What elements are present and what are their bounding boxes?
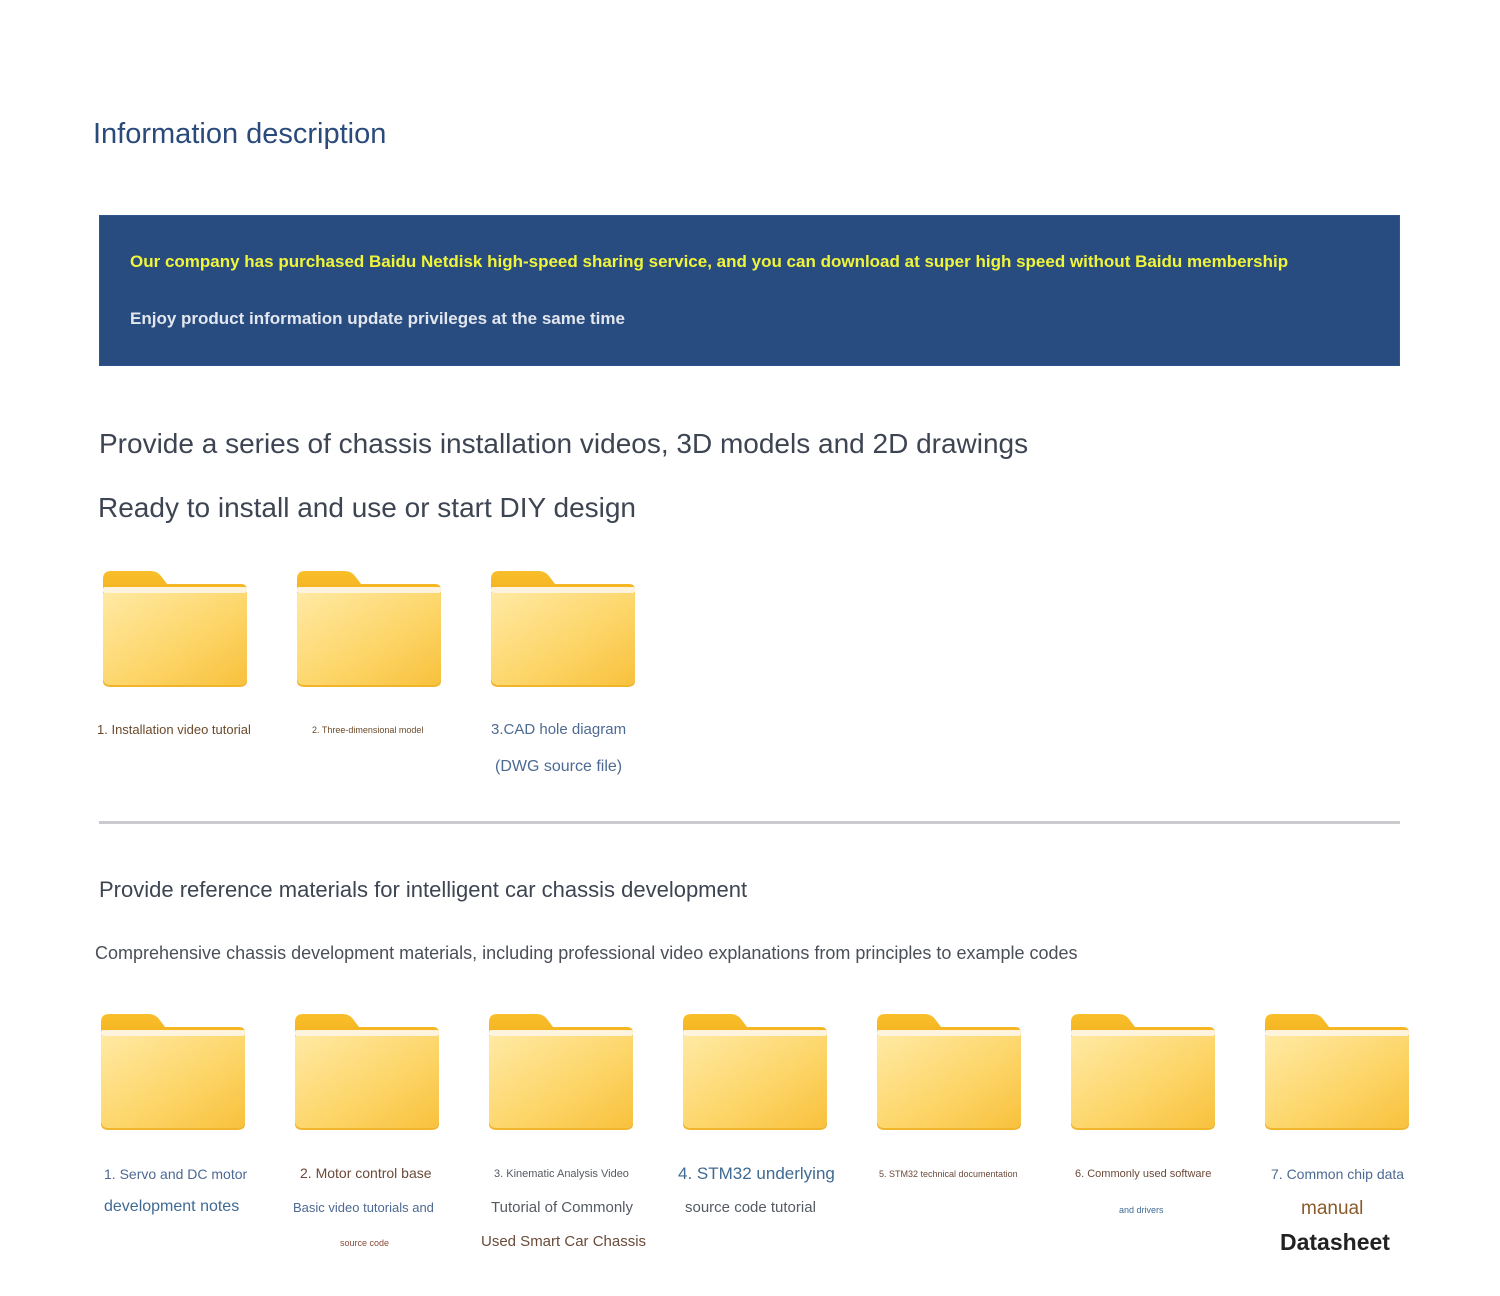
page-title: Information description <box>93 118 387 150</box>
folder-label[interactable]: and drivers <box>1119 1205 1164 1215</box>
folder-icon <box>1069 1012 1217 1130</box>
folder-icon <box>293 1012 441 1130</box>
folder-label[interactable]: 1. Installation video tutorial <box>97 722 251 737</box>
folder-label[interactable]: source code tutorial <box>685 1199 816 1216</box>
folder-label[interactable]: Tutorial of Commonly <box>491 1199 633 1216</box>
folder-label[interactable]: 7. Common chip data <box>1271 1166 1404 1182</box>
section2-subheading: Comprehensive chassis development materi… <box>95 943 1078 963</box>
folder-label[interactable]: manual <box>1301 1198 1363 1220</box>
folder-label[interactable]: 1. Servo and DC motor <box>104 1166 247 1182</box>
folder-label[interactable]: 6. Commonly used software <box>1075 1168 1211 1180</box>
folder-label[interactable]: 2. Three-dimensional model <box>312 725 423 735</box>
folder-software-drivers[interactable] <box>1069 1012 1217 1135</box>
folder-icon <box>99 1012 247 1130</box>
folder-kinematic-analysis[interactable] <box>487 1012 635 1135</box>
folder-3d-model[interactable] <box>295 569 443 692</box>
folder-icon <box>1263 1012 1411 1130</box>
folder-label[interactable]: Used Smart Car Chassis <box>481 1233 646 1250</box>
folder-icon <box>487 1012 635 1130</box>
folder-label[interactable]: source code <box>340 1238 389 1248</box>
section1-subheading: Ready to install and use or start DIY de… <box>98 492 637 523</box>
folder-label[interactable]: 4. STM32 underlying <box>678 1164 835 1184</box>
banner-secondary-text: Enjoy product information update privile… <box>130 309 625 328</box>
section-divider <box>99 821 1400 824</box>
folder-chip-datasheet[interactable] <box>1263 1012 1411 1135</box>
folder-stm32-docs[interactable] <box>875 1012 1023 1135</box>
folder-icon <box>681 1012 829 1130</box>
folder-label[interactable]: (DWG source file) <box>495 758 622 776</box>
banner-highlight-text: Our company has purchased Baidu Netdisk … <box>130 252 1289 271</box>
folder-label[interactable]: Basic video tutorials and <box>293 1200 434 1215</box>
info-banner: Our company has purchased Baidu Netdisk … <box>99 215 1400 366</box>
folder-servo-motor-notes[interactable] <box>99 1012 247 1135</box>
folder-label[interactable]: 5. STM32 technical documentation <box>879 1169 1018 1179</box>
folder-label[interactable]: 3.CAD hole diagram <box>491 721 626 738</box>
folder-icon <box>101 569 249 687</box>
folder-icon <box>295 569 443 687</box>
section1-heading: Provide a series of chassis installation… <box>99 428 1029 459</box>
folder-icon <box>875 1012 1023 1130</box>
folder-label[interactable]: 3. Kinematic Analysis Video <box>494 1168 629 1180</box>
folder-motor-control[interactable] <box>293 1012 441 1135</box>
section2-heading: Provide reference materials for intellig… <box>99 877 748 902</box>
folder-installation-video[interactable] <box>101 569 249 692</box>
folder-label[interactable]: 2. Motor control base <box>300 1165 432 1181</box>
folder-icon <box>489 569 637 687</box>
folder-stm32-source[interactable] <box>681 1012 829 1135</box>
folder-label[interactable]: Datasheet <box>1280 1229 1390 1256</box>
folder-cad-diagram[interactable] <box>489 569 637 692</box>
folder-label[interactable]: development notes <box>104 1198 239 1216</box>
